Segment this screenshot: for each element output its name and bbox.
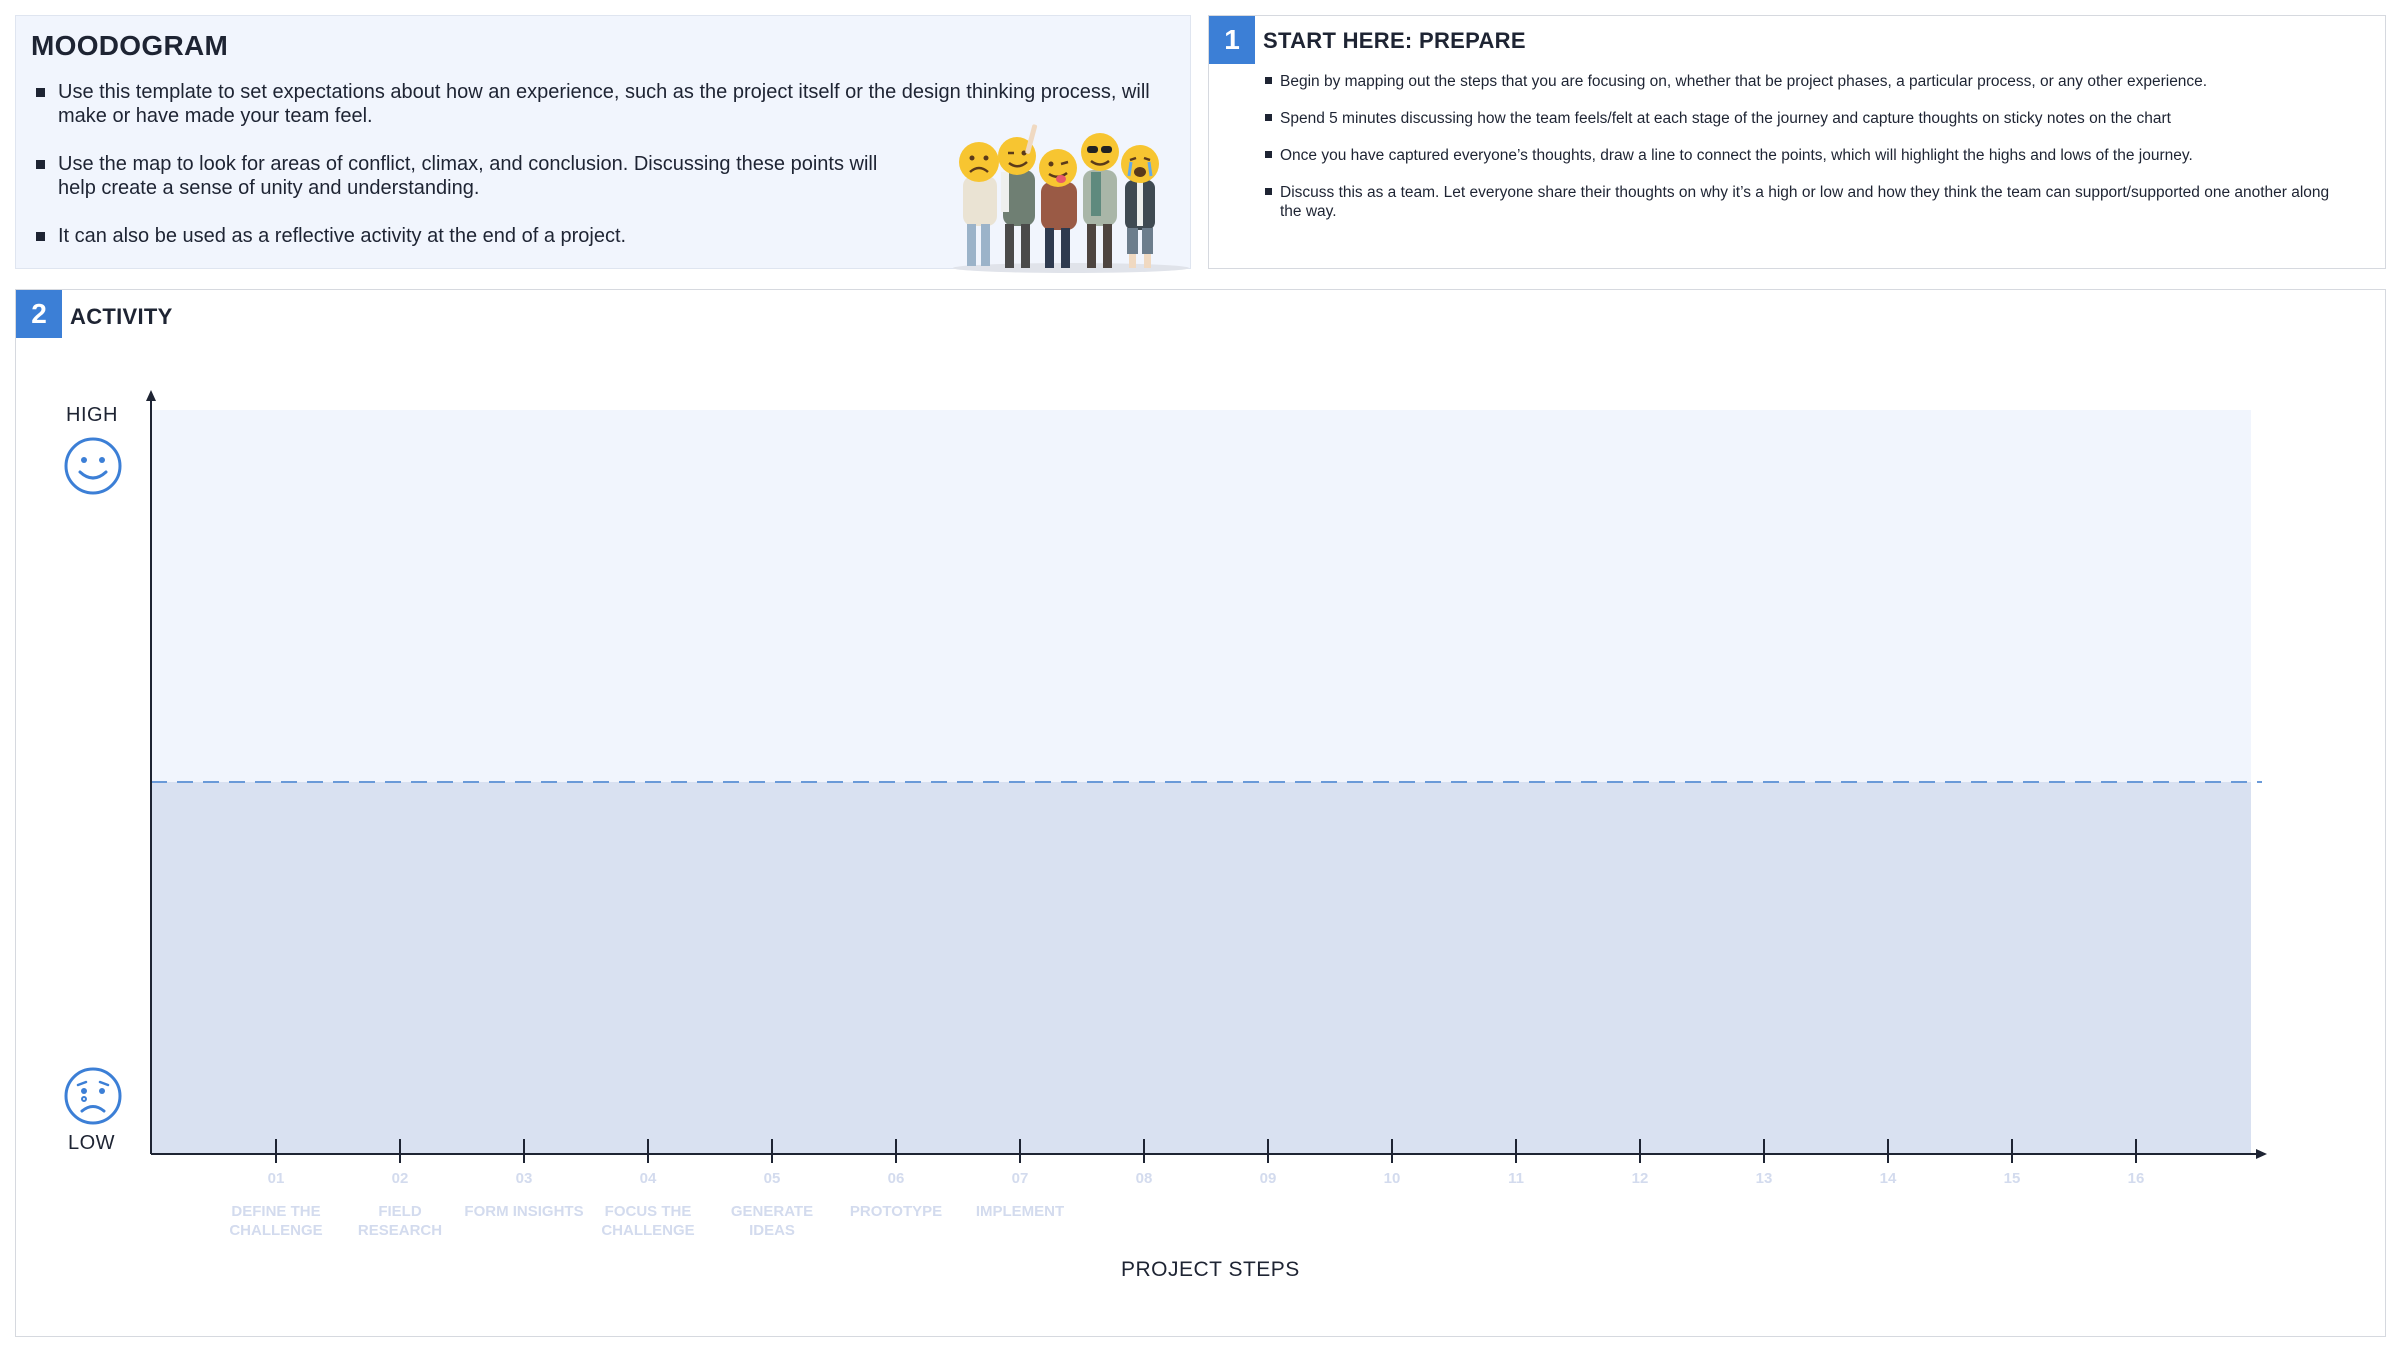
x-axis-arrow <box>2256 1149 2267 1159</box>
step-number: 16 <box>2127 1170 2145 1187</box>
high-label: HIGH <box>66 404 118 426</box>
y-axis-arrow <box>146 390 156 401</box>
step-number: 01 <box>267 1170 285 1187</box>
prepare-bullet: Discuss this as a team. Let everyone sha… <box>1265 183 2345 221</box>
step-number: 05 <box>763 1170 781 1187</box>
step-number: 08 <box>1135 1170 1153 1187</box>
prepare-bullet: Once you have captured everyone’s though… <box>1265 146 2345 165</box>
step-name: DEFINE THE CHALLENGE <box>229 1203 323 1239</box>
step-name: GENERATE IDEAS <box>730 1203 814 1239</box>
step-number: 02 <box>391 1170 409 1187</box>
step-number: 06 <box>887 1170 905 1187</box>
step-name: FIELD RESEARCH <box>357 1203 443 1239</box>
step-number: 03 <box>515 1170 533 1187</box>
step-number: 07 <box>1011 1170 1029 1187</box>
step-number: 09 <box>1259 1170 1277 1187</box>
prepare-bullet-list: Begin by mapping out the steps that you … <box>1265 72 2345 239</box>
step-number: 10 <box>1383 1170 1401 1187</box>
intro-bullet: Use the map to look for areas of conflic… <box>36 152 918 200</box>
person-tongue-icon <box>1039 149 1077 268</box>
step-number-badge: 2 <box>16 290 62 338</box>
prepare-panel: 1 START HERE: PREPARE Begin by mapping o… <box>1208 15 2386 269</box>
prepare-bullet: Spend 5 minutes discussing how the team … <box>1265 109 2345 128</box>
person-sunglasses-icon <box>1081 133 1119 268</box>
activity-panel: 2 ACTIVITY HIGH LOW 01 DEFINE THE CHALLEN… <box>15 289 2386 1337</box>
person-wink-icon <box>998 124 1038 268</box>
step-number: 12 <box>1631 1170 1649 1187</box>
intro-panel: MOODOGRAM Use this template to set expec… <box>15 15 1191 273</box>
prepare-bullet: Begin by mapping out the steps that you … <box>1265 72 2345 91</box>
happy-face-icon <box>64 437 122 495</box>
page-title: MOODOGRAM <box>31 30 229 61</box>
x-axis-label: PROJECT STEPS <box>1121 1258 1300 1281</box>
low-zone[interactable] <box>151 782 2251 1154</box>
step-number: 11 <box>1508 1170 1524 1187</box>
step-number-badge: 1 <box>1209 16 1255 64</box>
low-label: LOW <box>68 1132 116 1154</box>
step-number: 13 <box>1755 1170 1773 1187</box>
step-number: 14 <box>1879 1170 1897 1187</box>
sad-face-icon <box>64 1067 122 1125</box>
high-zone[interactable] <box>151 410 2251 782</box>
emoji-people-illustration <box>953 124 1189 273</box>
step-name: IMPLEMENT <box>975 1203 1065 1220</box>
step-name: FORM INSIGHTS <box>464 1203 584 1220</box>
step-name: PROTOTYPE <box>849 1203 943 1220</box>
step-number: 04 <box>639 1170 657 1187</box>
section-title: START HERE: PREPARE <box>1263 28 1526 53</box>
step-name: FOCUS THE CHALLENGE <box>601 1203 695 1239</box>
person-sad-icon <box>959 142 999 266</box>
intro-bullet: It can also be used as a reflective acti… <box>36 224 918 248</box>
step-number: 15 <box>2003 1170 2021 1187</box>
section-title: ACTIVITY <box>70 304 173 329</box>
person-crying-icon <box>1121 145 1159 268</box>
